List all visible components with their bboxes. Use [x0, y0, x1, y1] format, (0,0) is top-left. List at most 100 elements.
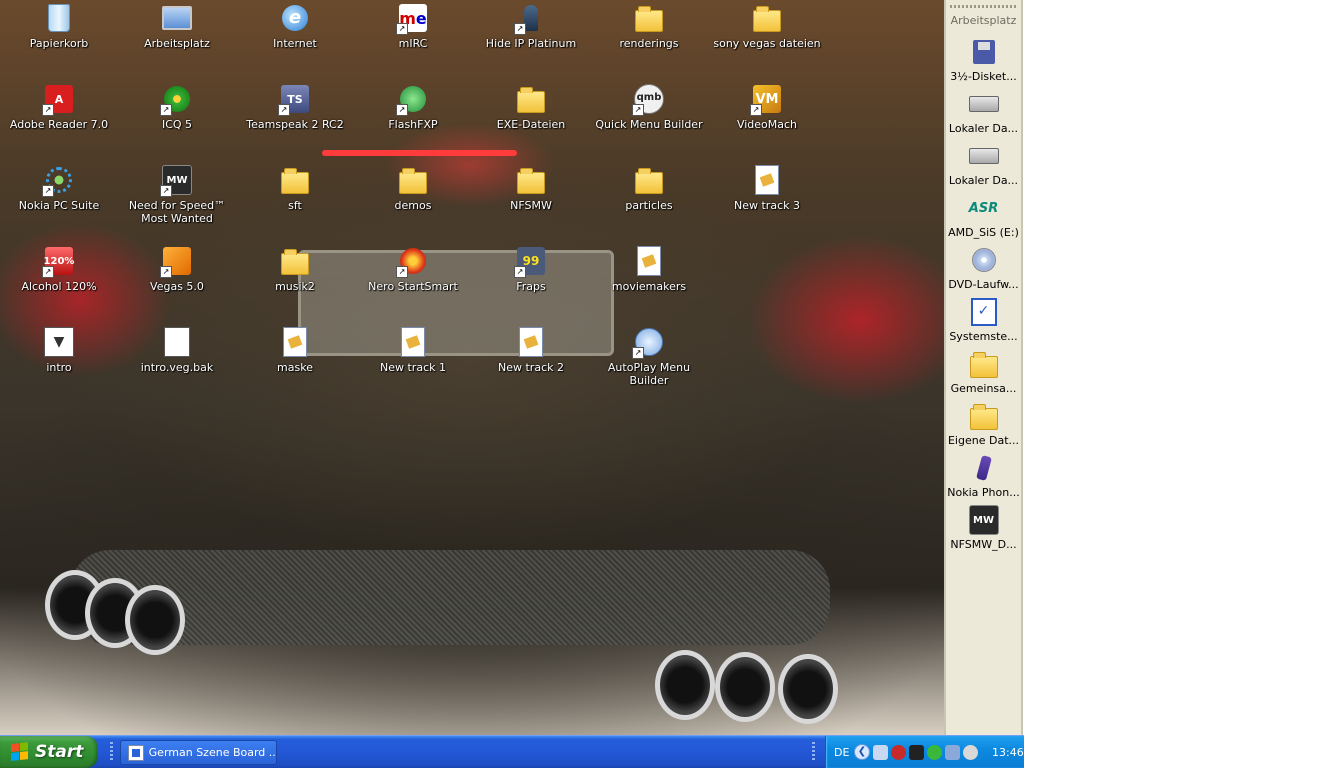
wallpaper-exhaust-pipe [715, 652, 775, 722]
desktop-icon-new-track-3[interactable]: New track 3 [708, 164, 826, 212]
desktop-icon-new-track-2[interactable]: New track 2 [472, 326, 590, 374]
recycle-bin-icon [43, 2, 75, 34]
desktop-icon-adobe-reader[interactable]: A ↗ Adobe Reader 7.0 [0, 83, 118, 131]
sidebar-grip[interactable] [950, 5, 1017, 8]
video-file-icon: ▼ [43, 326, 75, 358]
autoplay-icon: ↗ [632, 326, 665, 359]
tray-xfire-icon[interactable] [909, 744, 924, 760]
folder-icon [515, 164, 547, 196]
nokia-phone-icon [968, 452, 1000, 484]
desktop-icon-sft[interactable]: sft [236, 164, 354, 212]
desktop-icon-label: mIRC [398, 37, 428, 50]
taskbar-grip[interactable] [110, 742, 113, 762]
start-label: Start [35, 742, 84, 762]
sidebar-item-nokia-phone[interactable]: Nokia Phon... [946, 452, 1021, 499]
desktop: Papierkorb Arbeitsplatz e Internet me ↗ … [0, 0, 944, 735]
start-button[interactable]: Start [0, 736, 98, 768]
desktop-icon-teamspeak[interactable]: TS ↗ Teamspeak 2 RC2 [236, 83, 354, 131]
desktop-icon-new-track-1[interactable]: New track 1 [354, 326, 472, 374]
desktop-icon-autoplay-menu-builder[interactable]: ↗ AutoPlay Menu Builder [590, 326, 708, 387]
vegas-project-icon [161, 326, 193, 358]
desktop-icon-label: moviemakers [611, 280, 687, 293]
nero-icon: ↗ [396, 245, 429, 278]
desktop-icon-label: Nokia PC Suite [18, 199, 100, 212]
audio-file-icon [397, 326, 429, 358]
tray-icq-icon[interactable] [927, 744, 942, 760]
tray-nero-icon[interactable] [891, 744, 906, 760]
desktop-icon-nfs-most-wanted[interactable]: MW ↗ Need for Speed™ Most Wanted [118, 164, 236, 225]
desktop-icon-mirc[interactable]: me ↗ mIRC [354, 2, 472, 50]
wallpaper-exhaust-pipe [778, 654, 838, 724]
desktop-icon-label: New track 1 [380, 361, 446, 374]
desktop-icon-fraps[interactable]: 99 ↗ Fraps [472, 245, 590, 293]
audio-file-icon [279, 326, 311, 358]
desktop-icon-internet[interactable]: e Internet [236, 2, 354, 50]
desktop-icon-nero-startsmart[interactable]: ↗ Nero StartSmart [354, 245, 472, 293]
tray-network-icon[interactable] [945, 744, 960, 760]
my-computer-sidebar: Arbeitsplatz 3½-Disket... Lokaler Da... … [944, 0, 1023, 735]
sidebar-item-control-panel[interactable]: ✓ Systemste... [946, 296, 1021, 343]
desktop-icon-label: sft [288, 199, 302, 212]
desktop-icon-label: maske [277, 361, 313, 374]
desktop-icon-label: New track 3 [734, 199, 800, 212]
sidebar-item-local-disk-1[interactable]: Lokaler Da... [946, 88, 1021, 135]
sidebar-item-amd-sis[interactable]: ASR AMD_SiS (E:) [946, 192, 1021, 240]
sidebar-item-label: Lokaler Da... [948, 122, 1019, 135]
desktop-icon-alcohol-120[interactable]: 120% ↗ Alcohol 120% [0, 245, 118, 293]
desktop-icon-vegas[interactable]: ↗ Vegas 5.0 [118, 245, 236, 293]
sidebar-item-dvd-drive[interactable]: DVD-Laufw... [946, 244, 1021, 291]
folder-icon [279, 245, 311, 277]
document-icon [633, 245, 665, 277]
sidebar-item-my-documents[interactable]: Eigene Dat... [946, 400, 1021, 447]
desktop-icon-intro-veg-bak[interactable]: intro.veg.bak [118, 326, 236, 374]
desktop-icon-videomach[interactable]: VM ↗ VideoMach [708, 83, 826, 131]
videomach-icon: VM ↗ [750, 83, 783, 116]
sidebar-title: Arbeitsplatz [950, 14, 1017, 27]
desktop-icon-papierkorb[interactable]: Papierkorb [0, 2, 118, 50]
desktop-icon-demos[interactable]: demos [354, 164, 472, 212]
sidebar-item-label: Systemste... [949, 330, 1018, 343]
desktop-icon-nfsmw[interactable]: NFSMW [472, 164, 590, 212]
hide-ip-icon: ↗ [514, 2, 547, 35]
dvd-drive-icon [968, 244, 1000, 276]
taskbar-button-german-szene-board[interactable]: German Szene Board ... [120, 740, 277, 765]
folder-icon [968, 348, 1000, 380]
desktop-icon-nokia-pc-suite[interactable]: ↗ Nokia PC Suite [0, 164, 118, 212]
desktop-icon-quick-menu-builder[interactable]: qmb ↗ Quick Menu Builder [590, 83, 708, 131]
desktop-icon-particles[interactable]: particles [590, 164, 708, 212]
desktop-icon-renderings[interactable]: renderings [590, 2, 708, 50]
asr-drive-icon: ASR [968, 200, 999, 216]
sidebar-item-label: 3½-Disket... [950, 70, 1017, 83]
wallpaper-exhaust-pipe [125, 585, 185, 655]
sidebar-item-local-disk-2[interactable]: Lokaler Da... [946, 140, 1021, 187]
clock[interactable]: 13:46 [992, 746, 1024, 759]
tray-volume-icon[interactable] [963, 744, 978, 760]
taskbar: Start German Szene Board ... DE ❮ 13:46 [0, 735, 1024, 768]
sidebar-item-floppy[interactable]: 3½-Disket... [946, 36, 1021, 83]
language-indicator[interactable]: DE [834, 746, 852, 759]
desktop-icon-flashfxp[interactable]: ↗ FlashFXP [354, 83, 472, 131]
adobe-reader-icon: A ↗ [42, 83, 75, 116]
chevron-left-icon[interactable]: ❮ [854, 744, 870, 760]
desktop-icon-label: Alcohol 120% [21, 280, 97, 293]
tray-app-icon[interactable] [873, 744, 888, 760]
desktop-icon-intro[interactable]: ▼ intro [0, 326, 118, 374]
desktop-icon-icq[interactable]: ↗ ICQ 5 [118, 83, 236, 131]
desktop-icon-sony-vegas-dateien[interactable]: sony vegas dateien [708, 2, 826, 50]
desktop-icon-label: Hide IP Platinum [485, 37, 577, 50]
taskbar-grip[interactable] [812, 742, 815, 762]
desktop-icon-label: Adobe Reader 7.0 [9, 118, 109, 131]
wallpaper-exhaust-pipe [655, 650, 715, 720]
desktop-icon-exe-dateien[interactable]: EXE-Dateien [472, 83, 590, 131]
desktop-icon-moviemakers[interactable]: moviemakers [590, 245, 708, 293]
desktop-icon-arbeitsplatz[interactable]: Arbeitsplatz [118, 2, 236, 50]
nfs-most-wanted-icon: MW ↗ [160, 164, 193, 197]
sidebar-item-nfsmw[interactable]: MW NFSMW_D... [946, 504, 1021, 551]
windows-logo-icon [11, 742, 29, 762]
desktop-icon-musik2[interactable]: musik2 [236, 245, 354, 293]
desktop-icon-hide-ip[interactable]: ↗ Hide IP Platinum [472, 2, 590, 50]
sidebar-item-shared-documents[interactable]: Gemeinsa... [946, 348, 1021, 395]
desktop-icon-maske[interactable]: maske [236, 326, 354, 374]
sidebar-item-label: Gemeinsa... [950, 382, 1017, 395]
desktop-icon-label: intro.veg.bak [140, 361, 214, 374]
